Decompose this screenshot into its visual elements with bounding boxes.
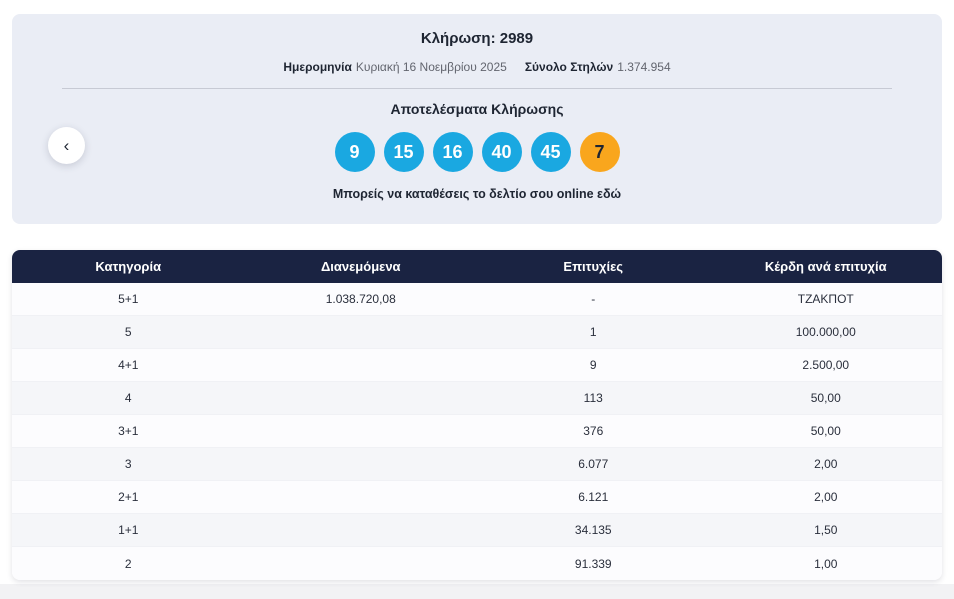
table-cell: 2,00 (814, 457, 838, 471)
table-cell: 4+1 (118, 358, 139, 372)
draw-date: Ημερομηνία Κυριακή 16 Νοεμβρίου 2025 (283, 60, 506, 75)
previous-draw-button[interactable]: ‹ (48, 127, 85, 164)
draw-date-value: Κυριακή 16 Νοεμβρίου 2025 (355, 60, 507, 74)
number-ball: 45 (530, 132, 571, 172)
table-cell (245, 547, 478, 580)
table-cell: 2 (124, 556, 132, 571)
divider (62, 88, 892, 89)
table-cell: 91.339 (574, 556, 612, 571)
table-row: 2 91.339 1,00 (12, 547, 942, 580)
number-ball: 15 (383, 132, 424, 172)
table-cell: 1+1 (118, 523, 139, 537)
table-cell: 2.500,00 (802, 358, 850, 372)
table-cell (245, 415, 478, 447)
total-columns: Σύνολο Στηλών 1.374.954 (525, 60, 671, 75)
column-header: Κέρδη ανά επιτυχία (764, 259, 887, 274)
page-background-section (0, 584, 954, 599)
table-cell: 6.077 (578, 457, 609, 471)
table-cell: 34.135 (574, 523, 612, 537)
table-cell: 4 (124, 391, 132, 405)
table-cell: 2+1 (118, 490, 139, 504)
draw-title: Κλήρωση: 2989 (420, 30, 534, 47)
table-cell: ΤΖΑΚΠΟΤ (797, 292, 854, 306)
table-cell (245, 349, 478, 381)
draw-meta: Ημερομηνία Κυριακή 16 Νοεμβρίου 2025 Σύνο… (12, 60, 942, 75)
deposit-online-link[interactable]: Μπορείς να καταθέσεις το δελτίο σου onli… (333, 187, 621, 201)
total-columns-value: 1.374.954 (617, 60, 671, 74)
table-cell: 5 (124, 325, 132, 339)
chevron-left-icon: ‹ (63, 136, 70, 155)
table-row: 5 1 100.000,00 (12, 316, 942, 349)
table-cell: 3 (124, 457, 132, 471)
table-row: 1+1 34.135 1,50 (12, 514, 942, 547)
table-cell: 2,00 (814, 490, 838, 504)
table-body: 5+1 1.038.720,08 - ΤΖΑΚΠΟΤ 5 1 100.000,00 4+1 9 2… (12, 283, 942, 580)
winnings-table: Κατηγορία Διανεμόμενα Επιτυχίες Κέρδη ανά ε… (12, 250, 942, 580)
table-cell (245, 316, 478, 348)
number-ball: 9 (334, 132, 375, 172)
table-cell (245, 481, 478, 513)
table-cell: 100.000,00 (795, 325, 856, 339)
table-cell: 1 (589, 325, 597, 339)
table-cell: 50,00 (810, 391, 841, 405)
column-header: Κατηγορία (95, 259, 162, 274)
total-columns-label: Σύνολο Στηλών (524, 60, 614, 74)
column-header: Διανεμόμενα (320, 259, 401, 274)
draw-date-label: Ημερομηνία (283, 60, 352, 74)
table-cell: 5+1 (118, 292, 139, 306)
table-cell: 50,00 (810, 424, 841, 438)
number-ball: 40 (481, 132, 522, 172)
table-cell: 9 (589, 358, 597, 372)
table-cell: 3+1 (118, 424, 139, 438)
table-cell (245, 514, 478, 546)
table-cell: 1,00 (814, 556, 838, 571)
results-title: Αποτελέσματα Κλήρωσης (390, 101, 564, 117)
drawn-numbers: 9 15 16 40 45 7 (12, 132, 942, 172)
table-cell: 6.121 (578, 490, 609, 504)
table-cell: 1.038.720,08 (325, 292, 396, 306)
table-row: 5+1 1.038.720,08 - ΤΖΑΚΠΟΤ (12, 283, 942, 316)
table-cell (245, 382, 478, 414)
table-row: 4+1 9 2.500,00 (12, 349, 942, 382)
column-header: Επιτυχίες (563, 259, 624, 274)
draw-summary-card: Κλήρωση: 2989 Ημερομηνία Κυριακή 16 Νοεμβ… (12, 14, 942, 224)
table-cell (245, 448, 478, 480)
number-ball: 16 (432, 132, 473, 172)
table-row: 2+1 6.121 2,00 (12, 481, 942, 514)
table-header-row: Κατηγορία Διανεμόμενα Επιτυχίες Κέρδη ανά ε… (12, 250, 942, 283)
table-cell: 1,50 (814, 523, 838, 537)
table-cell: 376 (583, 424, 604, 438)
table-row: 3 6.077 2,00 (12, 448, 942, 481)
bonus-number-ball: 7 (579, 132, 620, 172)
table-row: 3+1 376 50,00 (12, 415, 942, 448)
table-cell: 113 (583, 391, 603, 405)
table-cell: - (591, 292, 596, 306)
table-row: 4 113 50,00 (12, 382, 942, 415)
